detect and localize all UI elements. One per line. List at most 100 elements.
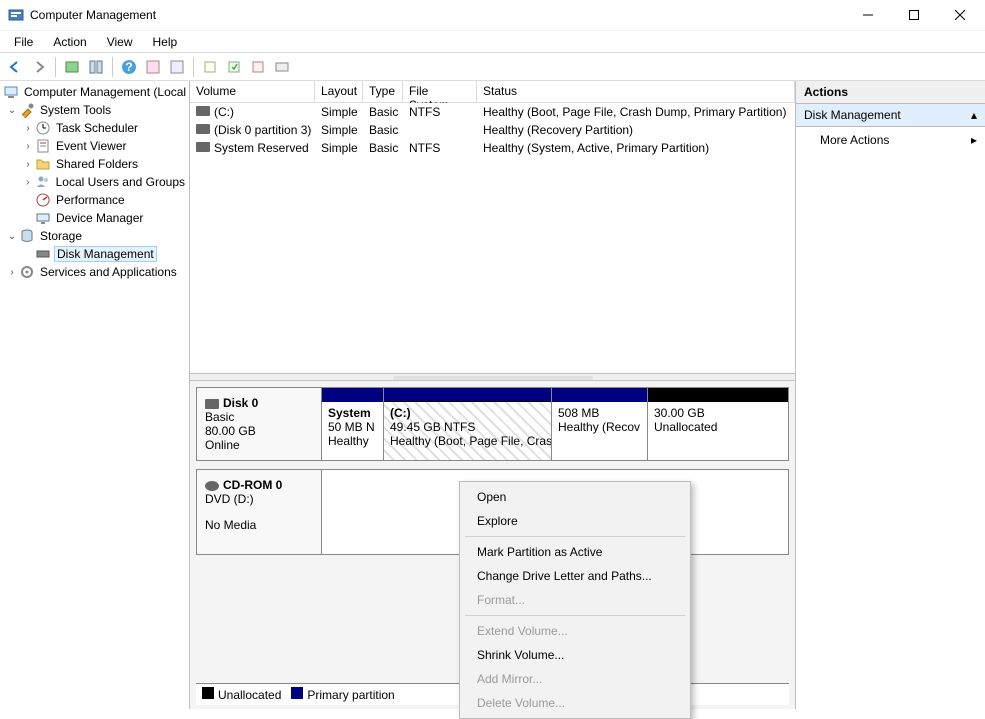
minimize-button[interactable] [845, 0, 891, 30]
tree-local-users[interactable]: › Local Users and Groups [0, 173, 189, 191]
tb-icon-6[interactable] [223, 56, 245, 78]
tree-root[interactable]: Computer Management (Local [0, 83, 189, 101]
expand-icon[interactable]: › [22, 141, 34, 152]
partition-header [384, 388, 551, 402]
chevron-right-icon: ▸ [971, 133, 977, 147]
col-filesystem[interactable]: File System [403, 81, 477, 102]
tree-storage[interactable]: ⌄ Storage [0, 227, 189, 245]
computer-icon [3, 84, 19, 100]
back-button[interactable] [4, 56, 26, 78]
tree-task-scheduler[interactable]: › Task Scheduler [0, 119, 189, 137]
partition-system[interactable]: System 50 MB N Healthy [322, 388, 384, 460]
disk-icon [35, 246, 51, 262]
cm-change-letter[interactable]: Change Drive Letter and Paths... [463, 564, 687, 588]
clock-icon [35, 120, 51, 136]
expand-icon[interactable]: › [22, 159, 34, 170]
users-icon [35, 174, 51, 190]
cm-separator [465, 536, 685, 537]
legend-swatch-primary [291, 687, 303, 699]
services-icon [19, 264, 35, 280]
tb-icon-3[interactable] [142, 56, 164, 78]
performance-icon [35, 192, 51, 208]
collapse-icon[interactable]: ⌄ [6, 231, 18, 242]
legend-swatch-unallocated [202, 687, 214, 699]
partition-unallocated[interactable]: 30.00 GB Unallocated [648, 388, 788, 460]
cm-explore[interactable]: Explore [463, 509, 687, 533]
disk-row-disk0: Disk 0 Basic 80.00 GB Online System 50 M… [196, 387, 789, 461]
tree-performance[interactable]: Performance [0, 191, 189, 209]
event-icon [35, 138, 51, 154]
help-icon[interactable]: ? [118, 56, 140, 78]
tb-icon-7[interactable] [247, 56, 269, 78]
actions-pane: Actions Disk Management ▴ More Actions ▸ [796, 81, 985, 709]
actions-header: Actions [796, 81, 985, 104]
menu-file[interactable]: File [6, 33, 41, 51]
cm-shrink[interactable]: Shrink Volume... [463, 643, 687, 667]
close-button[interactable] [937, 0, 983, 30]
menubar: File Action View Help [0, 31, 985, 53]
menu-action[interactable]: Action [45, 33, 94, 51]
tree-device-manager[interactable]: Device Manager [0, 209, 189, 227]
actions-section-disk-management[interactable]: Disk Management ▴ [796, 104, 985, 127]
cm-format: Format... [463, 588, 687, 612]
expand-icon[interactable]: › [6, 267, 18, 278]
cdrom-icon [205, 481, 219, 491]
partitions: System 50 MB N Healthy (C:) 49.45 GB NTF… [322, 388, 788, 460]
volume-icon [196, 124, 210, 134]
expand-icon[interactable]: › [22, 123, 34, 134]
partition-c[interactable]: (C:) 49.45 GB NTFS Healthy (Boot, Page F… [384, 388, 552, 460]
volume-icon [196, 106, 210, 116]
cm-extend: Extend Volume... [463, 619, 687, 643]
tb-icon-5[interactable] [199, 56, 221, 78]
cm-separator [465, 615, 685, 616]
cm-delete: Delete Volume... [463, 691, 687, 715]
partition-header [648, 388, 788, 402]
col-volume[interactable]: Volume [190, 81, 315, 102]
disk-info[interactable]: Disk 0 Basic 80.00 GB Online [197, 388, 322, 460]
forward-button[interactable] [28, 56, 50, 78]
collapse-icon[interactable]: ⌄ [6, 105, 18, 116]
toolbar-separator [55, 57, 56, 77]
menu-help[interactable]: Help [145, 33, 186, 51]
tree-event-viewer[interactable]: › Event Viewer [0, 137, 189, 155]
tree-disk-management[interactable]: Disk Management [0, 245, 189, 263]
tools-icon [19, 102, 35, 118]
cm-open[interactable]: Open [463, 485, 687, 509]
svg-text:?: ? [125, 60, 132, 74]
expand-icon[interactable]: › [22, 177, 34, 188]
col-status[interactable]: Status [477, 81, 795, 102]
horizontal-splitter[interactable] [190, 373, 795, 381]
col-layout[interactable]: Layout [315, 81, 363, 102]
tree-services[interactable]: › Services and Applications [0, 263, 189, 281]
chevron-up-icon: ▴ [971, 108, 977, 122]
tree-system-tools[interactable]: ⌄ System Tools [0, 101, 189, 119]
tb-icon-4[interactable] [166, 56, 188, 78]
cm-mark-active[interactable]: Mark Partition as Active [463, 540, 687, 564]
toolbar-separator [112, 57, 113, 77]
volume-list-header: Volume Layout Type File System Status [190, 81, 795, 103]
disk-info[interactable]: CD-ROM 0 DVD (D:) No Media [197, 470, 322, 554]
volume-row[interactable]: System Reserved Simple Basic NTFS Health… [190, 139, 795, 157]
partition-recovery[interactable]: 508 MB Healthy (Recov [552, 388, 648, 460]
actions-more[interactable]: More Actions ▸ [796, 127, 985, 153]
volume-row[interactable]: (C:) Simple Basic NTFS Healthy (Boot, Pa… [190, 103, 795, 121]
volume-row[interactable]: (Disk 0 partition 3) Simple Basic Health… [190, 121, 795, 139]
tree-shared-folders[interactable]: › Shared Folders [0, 155, 189, 173]
maximize-button[interactable] [891, 0, 937, 30]
tb-icon-1[interactable] [61, 56, 83, 78]
folder-icon [35, 156, 51, 172]
tb-icon-2[interactable] [85, 56, 107, 78]
partition-header [552, 388, 647, 402]
volume-list: (C:) Simple Basic NTFS Healthy (Boot, Pa… [190, 103, 795, 373]
toolbar-separator [193, 57, 194, 77]
menu-view[interactable]: View [99, 33, 141, 51]
storage-icon [19, 228, 35, 244]
col-type[interactable]: Type [363, 81, 403, 102]
device-icon [35, 210, 51, 226]
tb-icon-8[interactable] [271, 56, 293, 78]
volume-icon [196, 142, 210, 152]
window-title: Computer Management [30, 8, 845, 22]
partition-header [322, 388, 383, 402]
app-icon [8, 7, 24, 23]
titlebar: Computer Management [0, 0, 985, 31]
